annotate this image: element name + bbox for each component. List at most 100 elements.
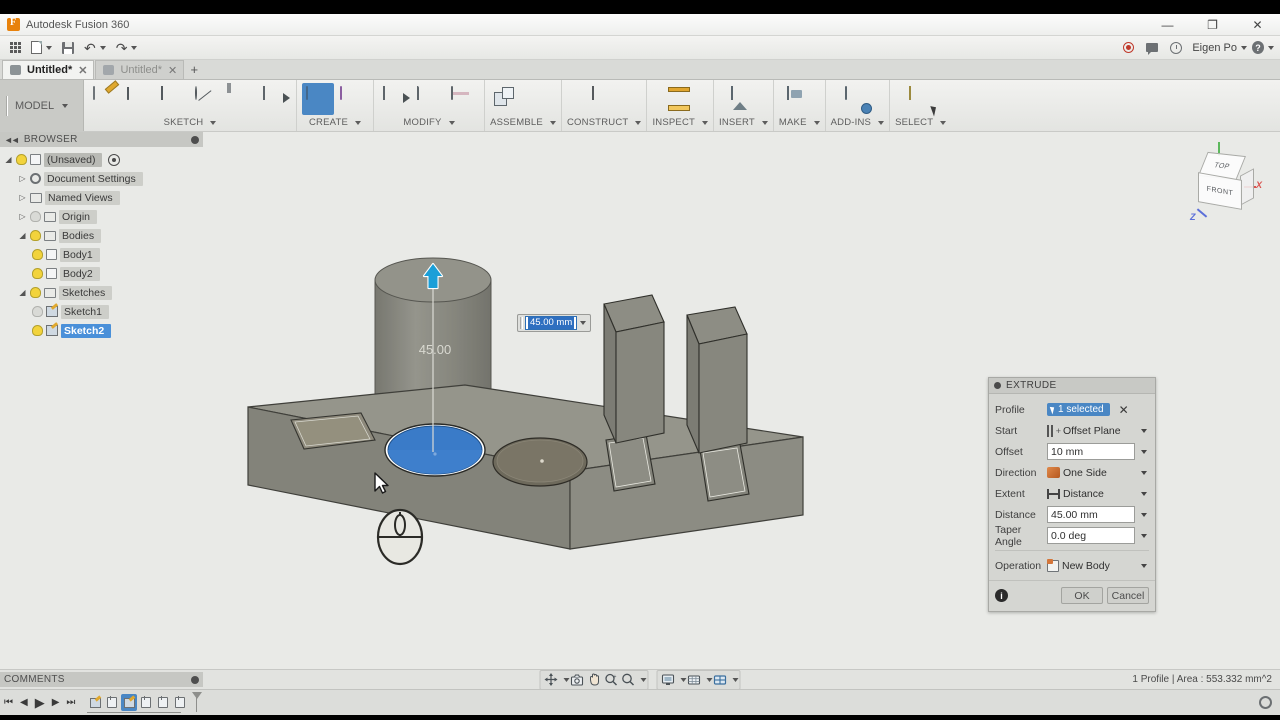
visibility-bulb-icon[interactable] [32,268,43,279]
select-tool-button[interactable] [905,83,937,115]
file-menu-button[interactable] [27,38,56,58]
timeline-extrude3[interactable] [155,694,171,711]
extent-dropdown[interactable]: Distance [1047,485,1149,502]
dimension-input-field[interactable]: 45.00 mm [525,316,578,330]
ribbon-group-label-select[interactable]: SELECT [895,117,947,128]
document-tab-1[interactable]: Untitled* ✕ [2,60,95,79]
tree-node-sketch1[interactable]: Sketch1 [0,302,203,321]
pan-button[interactable] [586,672,603,688]
orbit-button[interactable] [543,672,560,688]
tree-node-sketch2[interactable]: Sketch2 [0,321,203,340]
user-menu-button[interactable]: Eigen Po [1189,42,1250,54]
tree-node-origin[interactable]: Origin [0,207,203,226]
cancel-button[interactable]: Cancel [1107,587,1149,604]
help-button[interactable]: ? [1252,38,1274,58]
chevron-down-icon[interactable] [580,321,587,325]
ribbon-group-label-make[interactable]: MAKE [779,117,820,128]
ok-button[interactable]: OK [1061,587,1103,604]
view-cube-side-face[interactable] [1240,168,1254,206]
shell-button[interactable] [447,83,479,115]
timeline-extrude4[interactable] [172,692,203,712]
redo-button[interactable]: ↷ [112,38,142,58]
view-cube[interactable]: TOP FRONT X Z [1188,142,1262,222]
ribbon-group-label-addins[interactable]: ADD-INS [831,117,885,128]
fillet-button[interactable] [413,83,445,115]
visibility-bulb-icon[interactable] [16,154,27,165]
save-button[interactable] [58,38,78,58]
visibility-bulb-icon[interactable] [32,249,43,260]
info-icon[interactable]: i [995,589,1008,602]
step-back-button[interactable]: ◀ [20,697,28,708]
line-button[interactable] [123,83,155,115]
visibility-bulb-icon[interactable] [30,287,41,298]
ribbon-group-label-inspect[interactable]: INSPECT [652,117,709,128]
offset-input[interactable]: 10 mm [1047,443,1135,460]
chevron-down-icon[interactable] [1140,449,1147,454]
scripts-addins-button[interactable] [841,83,873,115]
visibility-bulb-icon[interactable] [30,230,41,241]
profile-selection-chip[interactable]: 1 selected [1047,403,1110,416]
chevron-down-icon[interactable] [1140,491,1147,496]
undo-button[interactable]: ↶ [80,38,110,58]
play-button[interactable]: ▶ [35,695,45,711]
twisty-icon[interactable] [4,155,13,164]
measure-button[interactable] [664,83,696,115]
activate-component-icon[interactable] [108,153,121,166]
chevron-down-icon[interactable] [732,677,738,682]
visibility-bulb-icon[interactable] [32,306,43,317]
new-component-button[interactable] [490,83,522,115]
extrude-button[interactable] [302,83,334,115]
visibility-bulb-icon[interactable] [30,211,41,222]
create-sketch-button[interactable] [89,83,121,115]
tree-node-bodies[interactable]: Bodies [0,226,203,245]
twisty-icon[interactable] [18,288,27,297]
fit-button[interactable] [620,672,637,688]
start-dropdown[interactable]: + Offset Plane [1047,422,1149,439]
press-pull-button[interactable] [379,83,411,115]
tree-node-unsaved[interactable]: (Unsaved) [0,150,203,169]
direction-dropdown[interactable]: One Side [1047,464,1149,481]
jump-end-button[interactable]: ⏭ [66,697,75,708]
revolve-button[interactable] [336,83,368,115]
close-button[interactable]: ✕ [1235,14,1280,36]
grid-snaps-button[interactable] [686,672,703,688]
step-forward-button[interactable]: ▶ [52,697,60,708]
minimize-button[interactable]: — [1145,14,1190,36]
chevron-down-icon[interactable] [1140,533,1147,538]
ribbon-group-label-modify[interactable]: MODIFY [403,117,455,128]
panel-settings-icon[interactable] [191,675,199,684]
twisty-icon[interactable] [18,174,27,183]
tree-node-document-settings[interactable]: Document Settings [0,169,203,188]
close-icon[interactable]: ✕ [78,64,87,77]
rectangle-button[interactable] [157,83,189,115]
circle-button[interactable] [191,83,223,115]
operation-dropdown[interactable]: New Body [1047,557,1149,574]
dimension-input-chip[interactable]: 45.00 mm [517,314,592,332]
timeline-extrude1[interactable] [104,694,120,711]
make-3dprint-button[interactable] [783,83,815,115]
tree-node-named-views[interactable]: Named Views [0,188,203,207]
chevron-down-icon[interactable] [640,677,646,682]
distance-input[interactable]: 45.00 mm [1047,506,1135,523]
construct-plane-button[interactable] [588,83,620,115]
look-at-button[interactable] [569,672,586,688]
visibility-bulb-icon[interactable] [32,325,43,336]
sketch-extras-button[interactable] [259,83,291,115]
ribbon-group-label-create[interactable]: CREATE [309,117,362,128]
timeline-extrude2[interactable] [138,694,154,711]
ribbon-group-label-insert[interactable]: INSERT [719,117,768,128]
dimension-button[interactable] [225,83,257,115]
comments-button[interactable] [1141,38,1163,58]
comments-panel-header[interactable]: COMMENTS [0,672,203,687]
collapse-left-icon[interactable]: ◄◄ [4,135,20,145]
document-tab-2[interactable]: Untitled* ✕ [95,60,185,79]
tree-node-body1[interactable]: Body1 [0,245,203,264]
display-settings-button[interactable] [660,672,677,688]
ribbon-group-label-construct[interactable]: CONSTRUCT [567,117,642,128]
view-cube-front-face[interactable]: FRONT [1198,172,1242,210]
insert-mcmaster-button[interactable] [727,83,759,115]
taper-angle-input[interactable]: 0.0 deg [1047,527,1135,544]
job-status-button[interactable] [1165,38,1187,58]
ribbon-group-label-sketch[interactable]: SKETCH [164,117,217,128]
twisty-icon[interactable] [18,193,27,202]
